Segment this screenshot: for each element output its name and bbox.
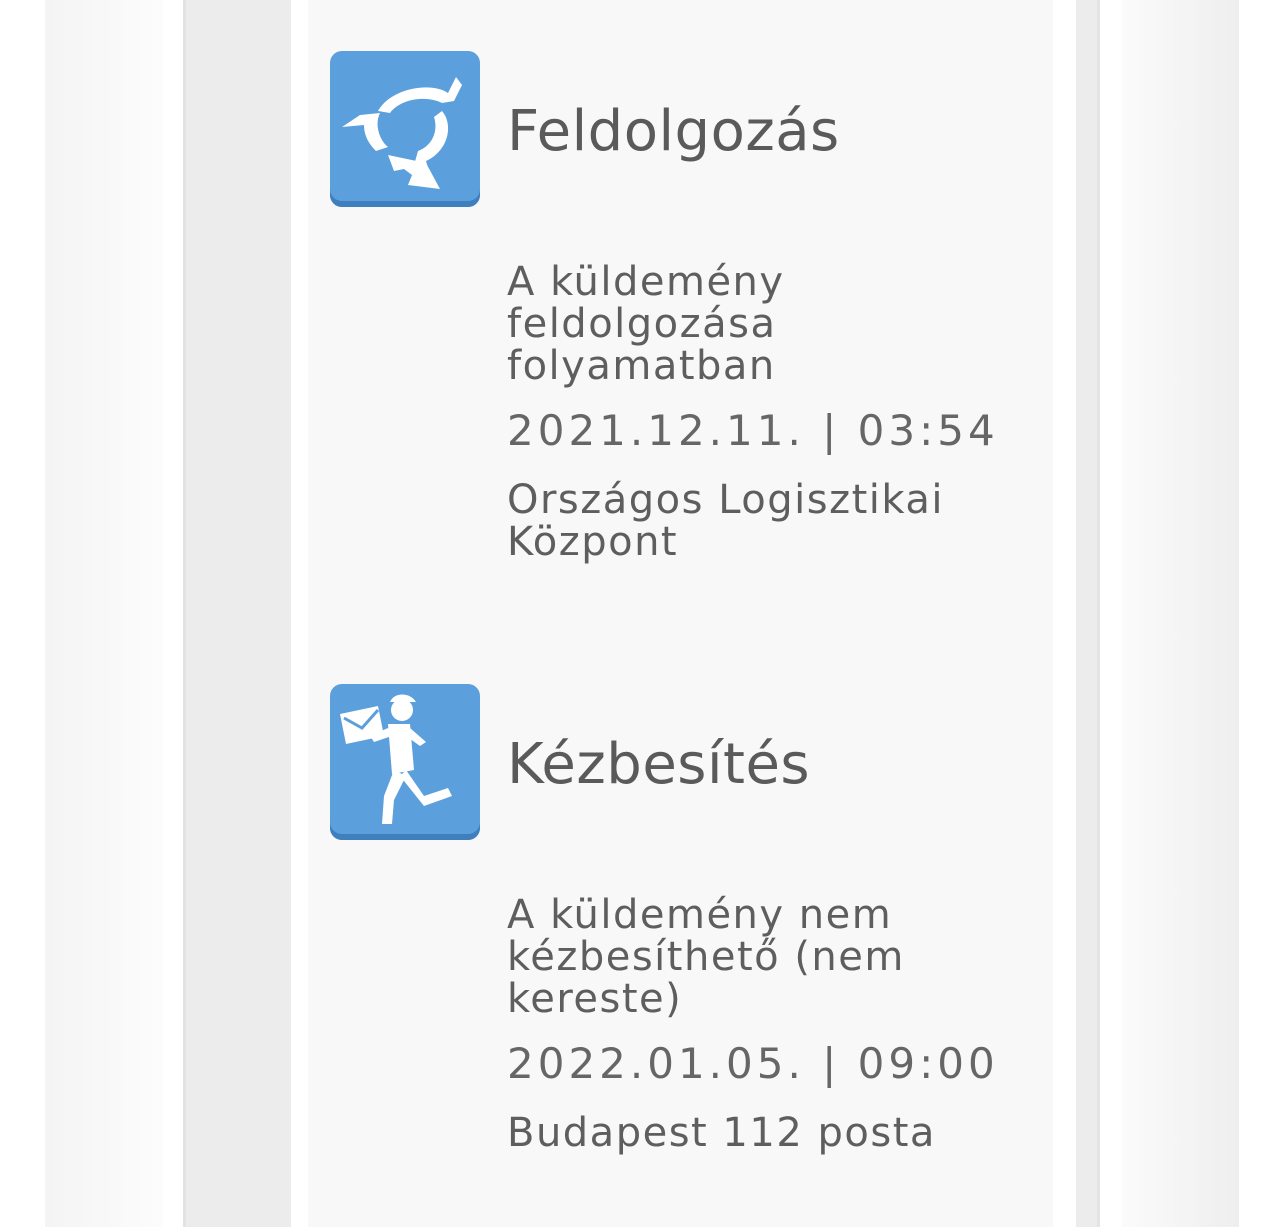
- frame-gutter-left: [186, 0, 291, 1227]
- background-panel-right: [1122, 0, 1239, 1227]
- entry-title: Feldolgozás: [507, 99, 840, 164]
- entry-description: A küldemény nem kézbesíthető (nem kerest…: [507, 892, 905, 1022]
- frame-gutter-right: [1076, 0, 1097, 1227]
- entry-datetime: 2021.12.11. | 03:54: [507, 406, 999, 455]
- background-panel-left: [45, 0, 163, 1227]
- entry-description: A küldemény feldolgozása folyamatban: [507, 259, 785, 389]
- courier-delivery-icon: [330, 684, 480, 840]
- entry-datetime: 2022.01.05. | 09:00: [507, 1039, 999, 1088]
- entry-title: Kézbesítés: [507, 732, 811, 797]
- screen: Feldolgozás A küldemény feldolgozása fol…: [0, 0, 1284, 1227]
- processing-arrows-icon: [330, 51, 480, 207]
- entry-location: Országos Logisztikai Központ: [507, 477, 944, 565]
- entry-location: Budapest 112 posta: [507, 1110, 936, 1156]
